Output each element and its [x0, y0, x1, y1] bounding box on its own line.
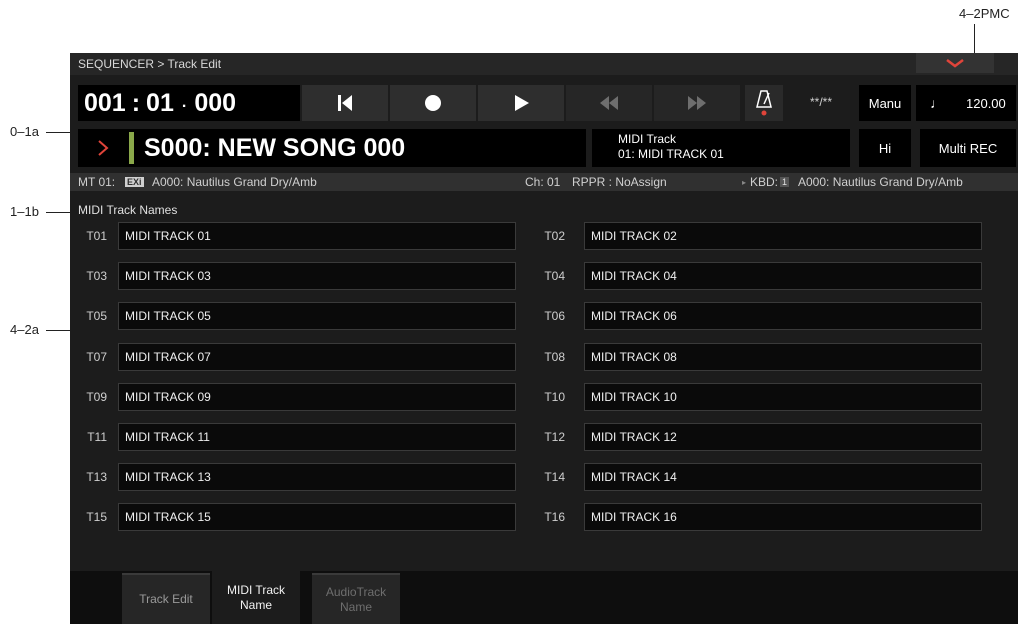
- track-name-field[interactable]: MIDI TRACK 07: [118, 343, 516, 371]
- track-name-field[interactable]: MIDI TRACK 01: [118, 222, 516, 250]
- record-icon: [425, 95, 441, 111]
- track-number-label: T04: [544, 269, 565, 283]
- track-number-label: T16: [544, 510, 565, 524]
- track-number-label: T05: [86, 309, 107, 323]
- track-number-label: T01: [86, 229, 107, 243]
- metronome-button[interactable]: [745, 85, 783, 121]
- beat-value: 01: [146, 88, 174, 117]
- multi-rec-button[interactable]: Multi REC: [920, 129, 1016, 167]
- callout-line: [46, 212, 72, 213]
- skip-to-start-icon: [338, 95, 352, 111]
- play-button[interactable]: [478, 85, 564, 121]
- track-number-label: T06: [544, 309, 565, 323]
- metronome-icon: [756, 90, 772, 116]
- callout-0-1a: 0–1a: [10, 124, 39, 139]
- track-name-field[interactable]: MIDI TRACK 11: [118, 423, 516, 451]
- tab-audio-track-name[interactable]: AudioTrack Name: [312, 573, 400, 624]
- track-number-label: T08: [544, 350, 565, 364]
- midi-track-select[interactable]: MIDI Track 01: MIDI TRACK 01: [592, 129, 850, 167]
- tab-bar: Track Edit MIDI Track Name AudioTrack Name: [70, 571, 1018, 624]
- track-number-label: T07: [86, 350, 107, 364]
- skip-to-start-button[interactable]: [302, 85, 388, 121]
- track-name-field[interactable]: MIDI TRACK 03: [118, 262, 516, 290]
- measure-value: 001: [84, 88, 126, 117]
- tab-midi-track-name[interactable]: MIDI Track Name: [212, 571, 300, 624]
- track-number-label: T10: [544, 390, 565, 404]
- callout-line: [46, 132, 72, 133]
- track-name-field[interactable]: MIDI TRACK 16: [584, 503, 982, 531]
- location-separator: .: [181, 94, 187, 111]
- sequencer-screen: SEQUENCER > Track Edit 001 : 01 . 000 **…: [70, 53, 1018, 624]
- rppr-value: RPPR : NoAssign: [572, 175, 667, 189]
- song-select[interactable]: S000: NEW SONG 000: [78, 129, 586, 167]
- track-name-field[interactable]: MIDI TRACK 05: [118, 302, 516, 330]
- program-name: A000: Nautilus Grand Dry/Amb: [152, 175, 317, 189]
- chevron-right-icon: [98, 140, 109, 156]
- midi-track-header: MIDI Track: [618, 132, 677, 146]
- midi-track-name: 01: MIDI TRACK 01: [618, 147, 724, 161]
- track-name-field[interactable]: MIDI TRACK 02: [584, 222, 982, 250]
- track-id: MT 01:: [78, 175, 116, 189]
- song-name: S000: NEW SONG 000: [144, 134, 406, 162]
- record-button[interactable]: [390, 85, 476, 121]
- track-name-field[interactable]: MIDI TRACK 15: [118, 503, 516, 531]
- tick-value: 000: [194, 88, 237, 117]
- info-bar: MT 01: EXi A000: Nautilus Grand Dry/Amb …: [70, 173, 1018, 191]
- track-name-field[interactable]: MIDI TRACK 04: [584, 262, 982, 290]
- track-number-label: T15: [86, 510, 107, 524]
- callout-4-2pmc: 4–2PMC: [959, 6, 1010, 21]
- rewind-icon: [600, 96, 618, 110]
- hi-button[interactable]: Hi: [859, 129, 911, 167]
- track-number-label: T02: [544, 229, 565, 243]
- title-bar: SEQUENCER > Track Edit: [70, 53, 1018, 75]
- callout-4-2a: 4–2a: [10, 322, 39, 337]
- track-name-field[interactable]: MIDI TRACK 06: [584, 302, 982, 330]
- tab-label: MIDI Track: [226, 582, 285, 597]
- tempo-mode-button[interactable]: Manu: [859, 85, 911, 121]
- channel-value: Ch: 01: [525, 175, 561, 189]
- tempo-value: 120.00: [966, 95, 1006, 111]
- tab-label: Name: [339, 599, 372, 614]
- tab-label: Track Edit: [139, 592, 193, 606]
- track-number-label: T14: [544, 470, 565, 484]
- kbd-program-name: A000: Nautilus Grand Dry/Amb: [798, 175, 963, 189]
- page-menu-button[interactable]: [916, 53, 994, 73]
- exi-badge: EXi: [125, 177, 144, 187]
- track-name-field[interactable]: MIDI TRACK 09: [118, 383, 516, 411]
- tempo-field[interactable]: ♩ 120.00: [916, 85, 1016, 121]
- section-title: MIDI Track Names: [78, 203, 178, 217]
- track-name-field[interactable]: MIDI TRACK 10: [584, 383, 982, 411]
- track-name-field[interactable]: MIDI TRACK 12: [584, 423, 982, 451]
- location-separator: :: [131, 88, 141, 117]
- track-number-label: T09: [86, 390, 107, 404]
- breadcrumb: SEQUENCER > Track Edit: [78, 57, 222, 71]
- callout-line: [46, 330, 72, 331]
- kbd-number-badge: 1: [780, 177, 790, 187]
- tab-label: AudioTrack: [325, 584, 387, 599]
- play-icon: [515, 95, 529, 111]
- quarter-note-icon: ♩: [930, 95, 944, 111]
- track-number-label: T13: [86, 470, 107, 484]
- fast-forward-icon: [688, 96, 706, 110]
- track-name-field[interactable]: MIDI TRACK 13: [118, 463, 516, 491]
- song-color-bar: [129, 132, 134, 164]
- tab-track-edit[interactable]: Track Edit: [122, 573, 210, 624]
- track-number-label: T12: [544, 430, 565, 444]
- location-display[interactable]: 001 : 01 . 000: [78, 85, 300, 121]
- track-number-label: T11: [87, 430, 107, 444]
- track-number-label: T03: [86, 269, 107, 283]
- kbd-label: KBD:: [750, 175, 779, 189]
- tab-label: Name: [239, 597, 272, 612]
- meter-value: **/**: [810, 95, 833, 109]
- chevron-down-icon: [946, 59, 964, 68]
- fast-forward-button[interactable]: [654, 85, 740, 121]
- small-arrow-icon: ▸: [742, 178, 747, 187]
- track-name-field[interactable]: MIDI TRACK 14: [584, 463, 982, 491]
- callout-1-1b: 1–1b: [10, 204, 39, 219]
- track-name-field[interactable]: MIDI TRACK 08: [584, 343, 982, 371]
- rewind-button[interactable]: [566, 85, 652, 121]
